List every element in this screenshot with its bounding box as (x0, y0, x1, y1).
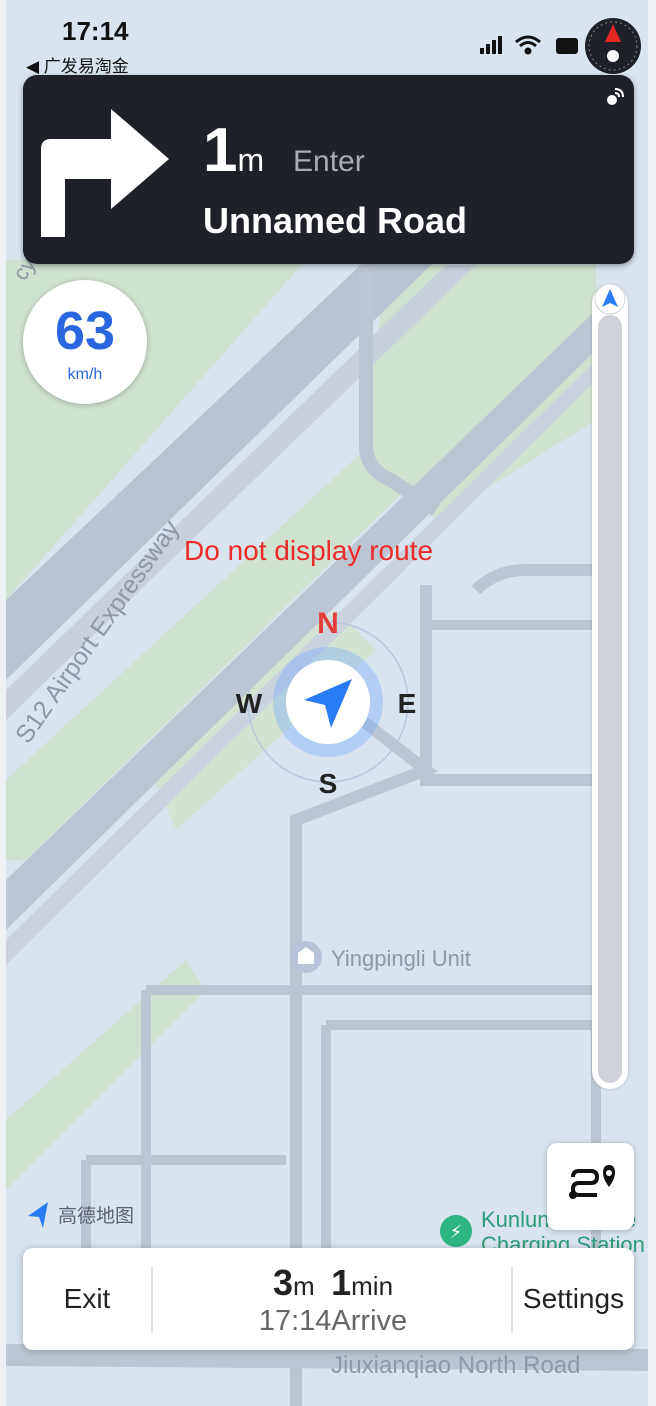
signal-icon (480, 36, 502, 54)
arrival-time: 17:14Arrive (153, 1305, 513, 1338)
turn-right-icon (41, 109, 169, 237)
remaining-time-unit: min (351, 1271, 394, 1301)
road-name: Unnamed Road (203, 200, 468, 241)
gps-signal-icon (607, 88, 624, 105)
settings-button[interactable]: Settings (513, 1248, 634, 1350)
back-to-app-link[interactable]: ◀ 广发易淘金 (26, 52, 129, 77)
remaining-time-value: 1 (331, 1262, 352, 1303)
remaining-distance-unit: m (292, 1271, 315, 1301)
speed-indicator: 63 km/h (23, 280, 147, 404)
compass-n: N (317, 607, 339, 640)
charging-icon: ⚡ (450, 1222, 463, 1243)
poi-station-label: Kunlun (481, 1207, 550, 1232)
route-progress-bar (592, 283, 628, 1089)
turn-action: Enter (293, 145, 365, 178)
route-display-message: Do not display route (184, 535, 434, 566)
navigation-instruction-card: 1m Enter Unnamed Road (23, 75, 634, 264)
compass-button[interactable] (583, 16, 643, 76)
route-overview-icon (569, 1165, 615, 1199)
trip-bottom-bar: Exit 3m 1min 17:14Arrive Settings (23, 1248, 634, 1350)
battery-icon (556, 38, 578, 54)
remaining-summary: 3m 1min (153, 1262, 513, 1304)
arrival-label: Arrive (331, 1305, 408, 1337)
compass-w: W (236, 688, 263, 719)
route-overview-button[interactable] (547, 1143, 634, 1230)
status-time: 17:14 (62, 16, 129, 46)
status-icons (476, 30, 596, 66)
turn-distance-value: 1 (203, 116, 238, 185)
progress-location-icon (594, 283, 626, 315)
route-progress-fill (598, 315, 622, 1083)
exit-button[interactable]: Exit (23, 1248, 151, 1350)
turn-distance: 1m (203, 115, 264, 186)
turn-distance-unit: m (237, 142, 265, 178)
amap-logo-text: 高德地图 (58, 1205, 134, 1227)
remaining-distance-value: 3 (272, 1262, 293, 1303)
compass-e: E (398, 688, 417, 719)
wifi-icon (515, 35, 541, 55)
arrival-time-value: 17:14 (258, 1305, 332, 1337)
poi-unit-label: Yingpingli Unit (331, 946, 471, 971)
bottom-road-label: Jiuxianqiao North Road (331, 1352, 580, 1379)
navigation-screen: N E S W S12 Airport Expressway cy Yingpi… (6, 0, 648, 1406)
speed-unit: km/h (67, 366, 103, 383)
compass-s: S (319, 768, 338, 799)
speed-value: 63 (54, 301, 116, 361)
